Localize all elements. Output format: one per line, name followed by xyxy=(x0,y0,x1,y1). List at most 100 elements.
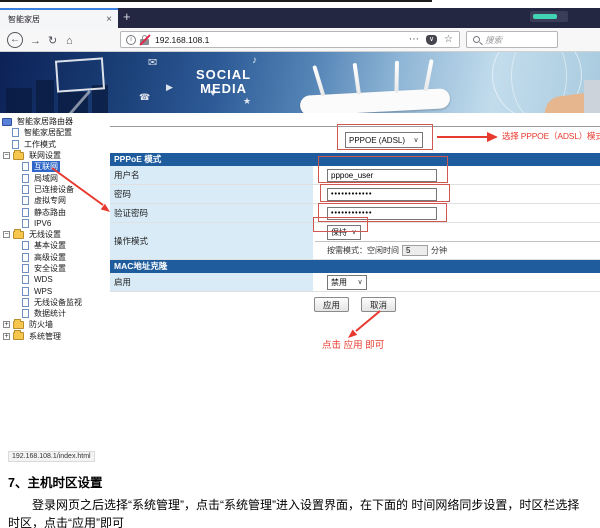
new-tab-button[interactable]: + xyxy=(123,9,131,24)
enable-label: 启用 xyxy=(110,273,315,291)
sidebar-item-basic-settings[interactable]: 基本设置 xyxy=(0,240,108,251)
insecure-lock-icon[interactable] xyxy=(140,35,149,45)
sidebar-item-wireless-monitor[interactable]: 无线设备监视 xyxy=(0,297,108,308)
mac-clone-enable-select[interactable]: 禁用 ∨ xyxy=(327,275,367,290)
sidebar-item-security-settings[interactable]: 安全设置 xyxy=(0,263,108,274)
sidebar-item-lan[interactable]: 局域网 xyxy=(0,172,108,183)
page-icon xyxy=(22,208,29,217)
envelope-icon xyxy=(55,57,105,92)
banner-title: SOCIAL MEDIA xyxy=(196,68,251,95)
password-row: 密码 xyxy=(110,185,600,204)
confirm-password-input[interactable] xyxy=(327,207,437,220)
page-icon xyxy=(22,241,29,250)
on-demand-text: 按需模式：空闲时间 xyxy=(327,245,399,256)
star-glyph-icon: ★ xyxy=(243,96,251,107)
page-icon xyxy=(22,298,29,307)
apply-button[interactable]: 应用 xyxy=(314,297,349,312)
back-button[interactable]: ← xyxy=(7,32,23,48)
idle-time-input[interactable] xyxy=(402,245,428,256)
pocket-icon[interactable]: ∨ xyxy=(426,35,437,45)
sidebar-item-wps[interactable]: WPS xyxy=(0,285,108,296)
folder-icon xyxy=(13,231,24,239)
password-label: 密码 xyxy=(110,185,315,203)
collapse-icon[interactable]: − xyxy=(3,231,10,238)
search-placeholder: 搜索 xyxy=(485,34,502,46)
page-icon xyxy=(22,196,29,205)
folder-icon xyxy=(13,321,24,329)
url-text[interactable]: 192.168.108.1 xyxy=(155,35,409,45)
search-icon xyxy=(473,36,480,43)
site-info-icon[interactable]: i xyxy=(126,35,136,45)
play-icon: ▶ xyxy=(166,82,173,93)
expand-icon[interactable]: + xyxy=(3,321,10,328)
browser-tab[interactable]: 智能家居 × xyxy=(0,8,118,28)
page-icon xyxy=(12,140,19,149)
sidebar-item-statistics[interactable]: 数据统计 xyxy=(0,308,108,319)
page-actions-icon[interactable]: ⋯ xyxy=(409,34,419,45)
screenshot-top-border xyxy=(0,0,432,2)
router-admin-page: 智能家居路由器 智能家居配置 工作模式 −联网设置 互联网 局域网 已连接设备 … xyxy=(0,113,600,452)
page-icon xyxy=(22,287,29,296)
sidebar-item-work-mode[interactable]: 工作模式 xyxy=(0,139,108,150)
page-icon xyxy=(22,185,29,194)
buttons-row: 应用 取消 xyxy=(110,292,600,320)
bookmark-star-icon[interactable]: ☆ xyxy=(444,34,453,45)
sidebar-item-wireless-settings[interactable]: −无线设置 xyxy=(0,229,108,240)
status-link: 192.168.108.1/index.html xyxy=(8,451,95,462)
chevron-down-icon: ∨ xyxy=(348,228,360,236)
sidebar-item-vpn[interactable]: 虚拟专网 xyxy=(0,195,108,206)
router-icon xyxy=(2,118,12,126)
confirm-password-row: 验证密码 xyxy=(110,204,600,223)
music-icon: ♪ xyxy=(252,55,257,66)
sidebar-item-firewall[interactable]: +防火墙 xyxy=(0,319,108,330)
tab-indicator-pill xyxy=(530,11,568,22)
tab-indicator-bar xyxy=(533,14,557,19)
sidebar-item-connected-devices[interactable]: 已连接设备 xyxy=(0,184,108,195)
tab-title: 智能家居 xyxy=(0,14,100,25)
page-icon xyxy=(22,162,29,171)
sidebar-item-ipv6[interactable]: IPV6 xyxy=(0,218,108,229)
page-icon xyxy=(22,253,29,262)
forward-button[interactable]: → xyxy=(30,34,41,49)
operation-mode-select[interactable]: 保持 ∨ xyxy=(327,225,361,240)
username-input[interactable] xyxy=(327,169,437,182)
pppoe-section-header: PPPoE 模式 xyxy=(110,153,600,166)
page-icon xyxy=(22,309,29,318)
chevron-down-icon: ∨ xyxy=(354,278,366,286)
home-button[interactable]: ⌂ xyxy=(66,34,73,49)
confirm-password-label: 验证密码 xyxy=(110,204,315,222)
wan-type-select[interactable]: PPPOE (ADSL) ∨ xyxy=(345,132,423,148)
navigation-toolbar: ← → ↻ ⌂ i 192.168.108.1 ⋯ ∨ ☆ 搜索 xyxy=(0,28,600,52)
minutes-text: 分钟 xyxy=(431,245,447,256)
search-box[interactable]: 搜索 xyxy=(466,31,558,48)
sidebar-item-home-config[interactable]: 智能家居配置 xyxy=(0,127,108,138)
sidebar-item-wds[interactable]: WDS xyxy=(0,274,108,285)
sidebar-tree: 智能家居路由器 智能家居配置 工作模式 −联网设置 互联网 局域网 已连接设备 … xyxy=(0,116,108,342)
document-page: 智能家居 × + ← → ↻ ⌂ i 192.168.108.1 ⋯ xyxy=(0,0,600,528)
close-tab-icon[interactable]: × xyxy=(100,14,118,25)
sidebar-item-network-settings[interactable]: −联网设置 xyxy=(0,150,108,161)
folder-icon xyxy=(13,152,24,160)
doc-paragraph: 登录网页之后选择“系统管理”，点击“系统管理”进入设置界面，在下面的 时间网络同… xyxy=(8,496,590,528)
sidebar-item-system-management[interactable]: +系统管理 xyxy=(0,331,108,342)
username-label: 用户名 xyxy=(110,166,315,184)
sidebar-item-advanced-settings[interactable]: 高级设置 xyxy=(0,252,108,263)
expand-icon[interactable]: + xyxy=(3,333,10,340)
password-input[interactable] xyxy=(327,188,437,201)
cancel-button[interactable]: 取消 xyxy=(361,297,396,312)
sidebar-item-static-route[interactable]: 静态路由 xyxy=(0,206,108,217)
folder-icon xyxy=(13,332,24,340)
sidebar-item-internet[interactable]: 互联网 xyxy=(0,161,108,172)
chevron-down-icon: ∨ xyxy=(410,136,422,144)
page-icon xyxy=(22,275,29,284)
operation-mode-label: 操作模式 xyxy=(110,223,315,259)
page-icon xyxy=(22,219,29,228)
reload-button[interactable]: ↻ xyxy=(48,34,57,49)
collapse-icon[interactable]: − xyxy=(3,152,10,159)
router-banner-image: ✉ ♥ ▶ ♪ ☎ ★ SOCIAL MEDIA xyxy=(0,52,600,113)
enable-row: 启用 禁用 ∨ xyxy=(110,273,600,292)
sidebar-item-root[interactable]: 智能家居路由器 xyxy=(0,116,108,127)
mac-clone-section-header: MAC地址克隆 xyxy=(110,260,600,273)
url-bar[interactable]: i 192.168.108.1 ⋯ ∨ ☆ xyxy=(120,31,460,48)
page-icon xyxy=(22,174,29,183)
